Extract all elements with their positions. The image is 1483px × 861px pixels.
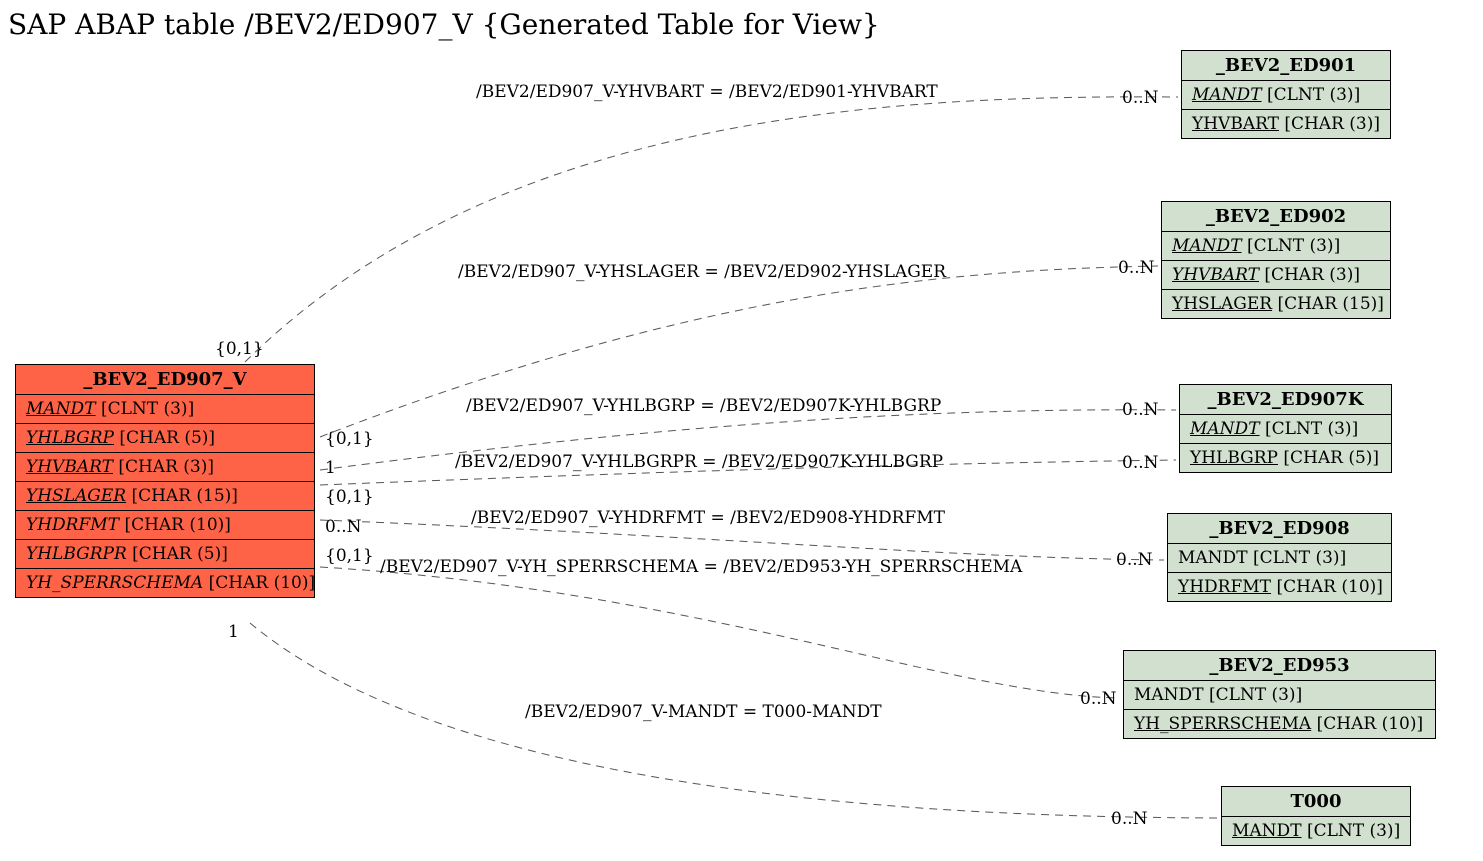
entity-main-row: YHSLAGER [CHAR (15)] <box>16 482 314 511</box>
edge-label: /BEV2/ED907_V-MANDT = T000-MANDT <box>525 702 882 722</box>
entity-row: MANDT [CLNT (3)] <box>1124 681 1435 710</box>
card-source: {0,1} <box>215 339 264 359</box>
entity-t000: T000 MANDT [CLNT (3)] <box>1221 786 1411 846</box>
card-target: 0..N <box>1111 809 1148 829</box>
entity-row: YHVBART [CHAR (3)] <box>1182 110 1390 138</box>
card-source: 1 <box>228 622 239 642</box>
card-target: 0..N <box>1118 258 1155 278</box>
card-target: 0..N <box>1080 689 1117 709</box>
entity-header: _BEV2_ED901 <box>1182 51 1390 81</box>
edge-label: /BEV2/ED907_V-YHVBART = /BEV2/ED901-YHVB… <box>476 82 938 102</box>
entity-main-header: _BEV2_ED907_V <box>16 365 314 395</box>
entity-header: _BEV2_ED953 <box>1124 651 1435 681</box>
entity-row: MANDT [CLNT (3)] <box>1168 544 1391 573</box>
entity-row: YHVBART [CHAR (3)] <box>1162 261 1390 290</box>
entity-ed901: _BEV2_ED901 MANDT [CLNT (3)] YHVBART [CH… <box>1181 50 1391 139</box>
page-title: SAP ABAP table /BEV2/ED907_V {Generated … <box>8 8 880 41</box>
edge-label: /BEV2/ED907_V-YHSLAGER = /BEV2/ED902-YHS… <box>458 262 946 282</box>
entity-ed953: _BEV2_ED953 MANDT [CLNT (3)] YH_SPERRSCH… <box>1123 650 1436 739</box>
entity-main-row: YHLBGRPR [CHAR (5)] <box>16 540 314 569</box>
entity-row: MANDT [CLNT (3)] <box>1182 81 1390 110</box>
entity-main-row: YHDRFMT [CHAR (10)] <box>16 511 314 540</box>
entity-ed907k: _BEV2_ED907K MANDT [CLNT (3)] YHLBGRP [C… <box>1179 384 1392 473</box>
card-source: {0,1} <box>325 429 374 449</box>
entity-main-row: YH_SPERRSCHEMA [CHAR (10)] <box>16 569 314 597</box>
entity-row: MANDT [CLNT (3)] <box>1180 415 1391 444</box>
edge-label: /BEV2/ED907_V-YH_SPERRSCHEMA = /BEV2/ED9… <box>380 557 1022 577</box>
card-source: 1 <box>325 458 336 478</box>
card-target: 0..N <box>1122 88 1159 108</box>
entity-row: MANDT [CLNT (3)] <box>1162 232 1390 261</box>
card-target: 0..N <box>1122 453 1159 473</box>
entity-row: MANDT [CLNT (3)] <box>1222 817 1410 845</box>
edge-label: /BEV2/ED907_V-YHLBGRP = /BEV2/ED907K-YHL… <box>466 396 941 416</box>
entity-header: _BEV2_ED902 <box>1162 202 1390 232</box>
entity-ed902: _BEV2_ED902 MANDT [CLNT (3)] YHVBART [CH… <box>1161 201 1391 319</box>
edge-label: /BEV2/ED907_V-YHDRFMT = /BEV2/ED908-YHDR… <box>471 508 945 528</box>
card-source: 0..N <box>325 517 362 537</box>
entity-main: _BEV2_ED907_V MANDT [CLNT (3)] YHLBGRP [… <box>15 364 315 598</box>
entity-main-row: YHVBART [CHAR (3)] <box>16 453 314 482</box>
entity-main-row: MANDT [CLNT (3)] <box>16 395 314 424</box>
entity-main-row: YHLBGRP [CHAR (5)] <box>16 424 314 453</box>
card-source: {0,1} <box>325 546 374 566</box>
card-target: 0..N <box>1116 550 1153 570</box>
entity-row: YHDRFMT [CHAR (10)] <box>1168 573 1391 601</box>
entity-row: YHSLAGER [CHAR (15)] <box>1162 290 1390 318</box>
card-source: {0,1} <box>325 487 374 507</box>
entity-ed908: _BEV2_ED908 MANDT [CLNT (3)] YHDRFMT [CH… <box>1167 513 1392 602</box>
entity-header: _BEV2_ED907K <box>1180 385 1391 415</box>
entity-row: YH_SPERRSCHEMA [CHAR (10)] <box>1124 710 1435 738</box>
entity-header: T000 <box>1222 787 1410 817</box>
entity-header: _BEV2_ED908 <box>1168 514 1391 544</box>
card-target: 0..N <box>1122 400 1159 420</box>
edge-label: /BEV2/ED907_V-YHLBGRPR = /BEV2/ED907K-YH… <box>455 452 943 472</box>
entity-row: YHLBGRP [CHAR (5)] <box>1180 444 1391 472</box>
